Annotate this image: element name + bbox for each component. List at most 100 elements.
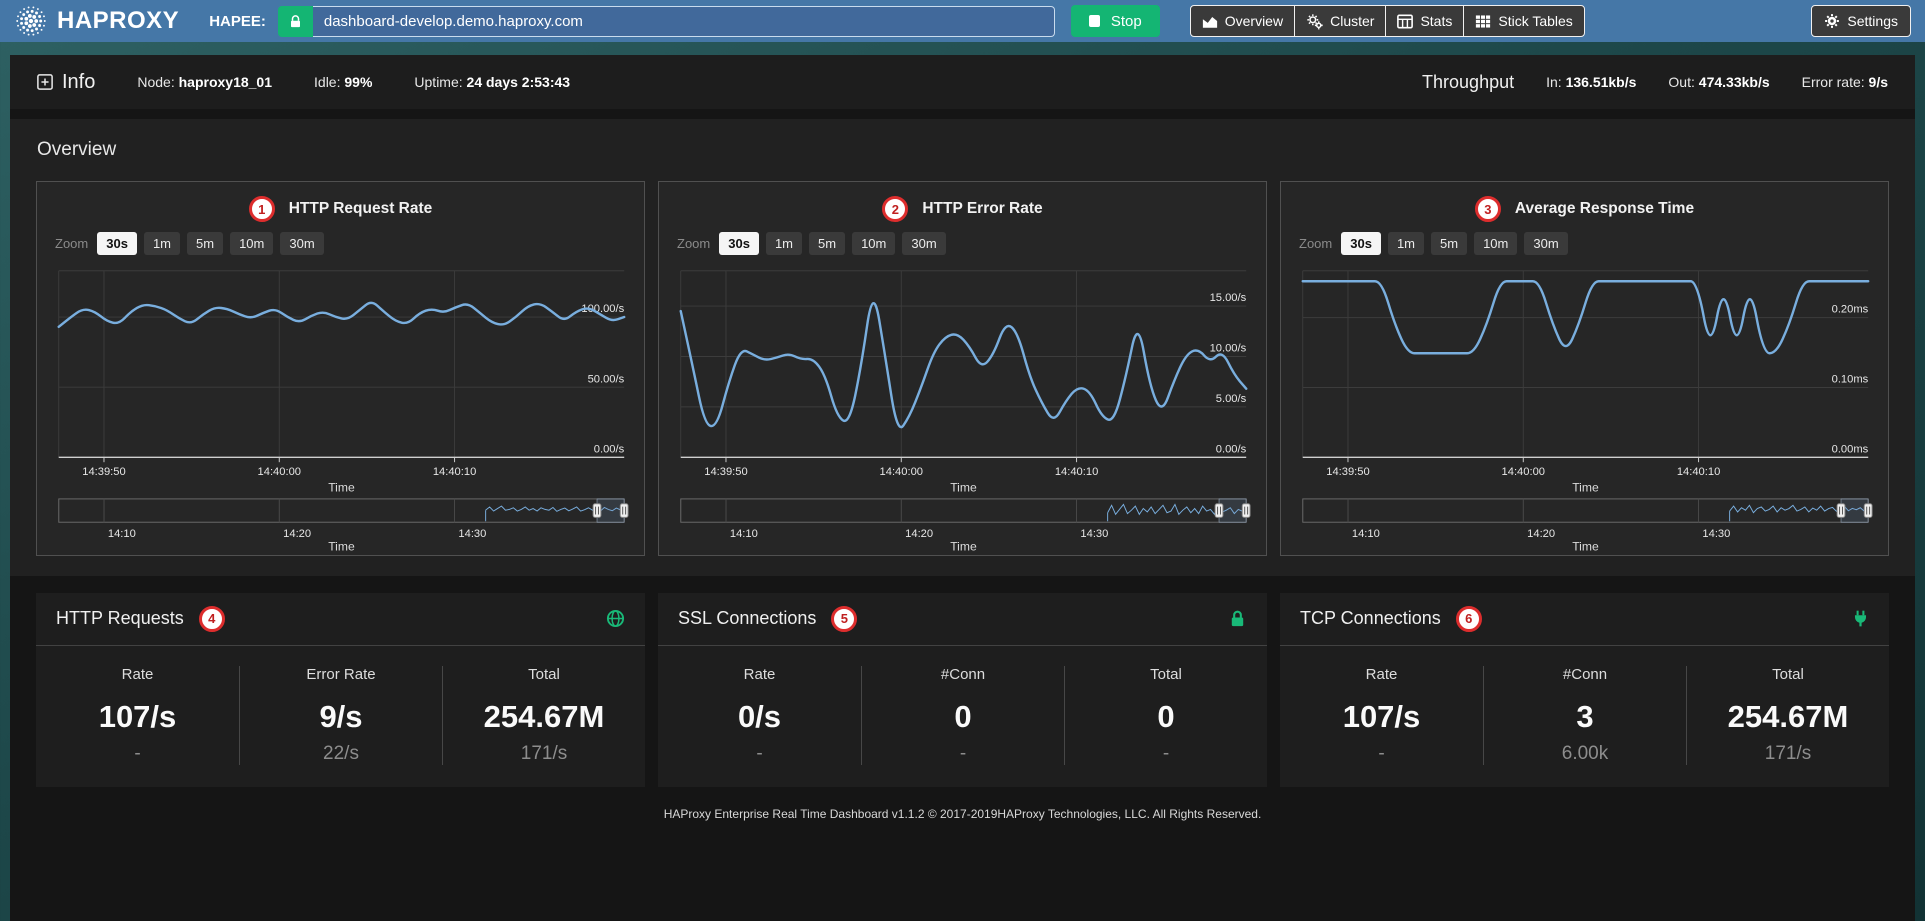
overview-button[interactable]: Overview: [1190, 5, 1295, 37]
svg-text:14:39:50: 14:39:50: [704, 466, 747, 478]
zoom-option-1m[interactable]: 1m: [766, 232, 802, 255]
svg-text:0.20ms: 0.20ms: [1832, 304, 1869, 316]
zoom-option-10m[interactable]: 10m: [230, 232, 273, 255]
node-info: Node: haproxy18_01: [137, 74, 272, 90]
stat-value: 3: [1484, 699, 1686, 735]
svg-text:Time: Time: [1572, 480, 1599, 494]
stat-sub-value: 6.00k: [1484, 743, 1686, 765]
stat-value: 254.67M: [443, 699, 645, 735]
stop-button-label: Stop: [1111, 13, 1142, 30]
throughput-title: Throughput: [1422, 72, 1514, 93]
stats-button[interactable]: Stats: [1385, 5, 1464, 37]
info-expander[interactable]: Info: [37, 71, 95, 94]
stats-button-label: Stats: [1420, 13, 1452, 29]
throughput-info: Throughput In: 136.51kb/s Out: 474.33kb/…: [1422, 72, 1888, 93]
line-chart[interactable]: 14:39:5014:40:0014:40:10100.00/s50.00/s0…: [49, 263, 632, 496]
zoom-option-1m[interactable]: 1m: [144, 232, 180, 255]
stat-value: 0: [1065, 699, 1267, 735]
stat-total: Total 254.67M 171/s: [1686, 666, 1889, 765]
stat-header: #Conn: [1484, 666, 1686, 683]
stat-header: #Conn: [862, 666, 1064, 683]
haproxy-logo-icon: [14, 4, 48, 38]
card-http-requests: HTTP Requests 4 Rate 107/s - Err: [36, 593, 645, 787]
zoom-option-30s[interactable]: 30s: [1341, 232, 1381, 255]
svg-text:0.00/s: 0.00/s: [1216, 443, 1247, 455]
settings-button-label: Settings: [1847, 13, 1898, 29]
card-stats: Rate 107/s - #Conn 3 6.00k Total 254.67M…: [1280, 646, 1889, 787]
zoom-controls: Zoom 30s 1m 5m 10m 30m: [55, 232, 632, 255]
grid-icon: [1475, 14, 1491, 29]
zoom-option-30s[interactable]: 30s: [719, 232, 759, 255]
stat-value: 254.67M: [1687, 699, 1889, 735]
stick-tables-button[interactable]: Stick Tables: [1463, 5, 1584, 37]
card-header: HTTP Requests 4: [36, 593, 645, 646]
card-title: TCP Connections: [1300, 608, 1441, 629]
svg-text:0.00/s: 0.00/s: [594, 443, 625, 455]
dashboard-url-input[interactable]: [313, 6, 1055, 37]
stat-sub-value: 171/s: [1687, 743, 1889, 765]
charts-row: 1 HTTP Request Rate Zoom 30s 1m 5m 10m 3…: [10, 181, 1915, 556]
chart-title: HTTP Request Rate: [289, 200, 433, 218]
card-title: HTTP Requests: [56, 608, 184, 629]
stat-sub-value: -: [1065, 743, 1267, 765]
gear-icon: [1824, 13, 1840, 29]
svg-text:50.00/s: 50.00/s: [588, 373, 625, 385]
hapee-label: HAPEE:: [209, 13, 266, 30]
zoom-option-5m[interactable]: 5m: [187, 232, 223, 255]
zoom-label: Zoom: [1299, 236, 1332, 251]
chart-panel-http-request-rate: 1 HTTP Request Rate Zoom 30s 1m 5m 10m 3…: [36, 181, 645, 556]
chart-header: 1 HTTP Request Rate: [49, 196, 632, 222]
stat-sub-value: 22/s: [240, 743, 442, 765]
stat-header: Total: [1065, 666, 1267, 683]
url-input-group: [278, 6, 1055, 37]
svg-text:14:10: 14:10: [1352, 528, 1380, 540]
svg-text:14:10: 14:10: [730, 528, 758, 540]
chart-navigator[interactable]: 14:1014:2014:30Time: [1293, 496, 1876, 552]
stat-header: Rate: [658, 666, 861, 683]
uptime-info: Uptime: 24 days 2:53:43: [414, 74, 570, 90]
chart-navigator[interactable]: 14:1014:2014:30Time: [49, 496, 632, 552]
svg-text:14:20: 14:20: [283, 528, 311, 540]
cards-row: HTTP Requests 4 Rate 107/s - Err: [10, 576, 1915, 787]
error-rate-info: Error rate: 9/s: [1802, 74, 1888, 90]
out-value: 474.33kb/s: [1699, 74, 1770, 90]
svg-text:Time: Time: [950, 480, 977, 494]
zoom-option-30m[interactable]: 30m: [902, 232, 945, 255]
stat-sub-value: -: [1280, 743, 1483, 765]
annotation-badge-5: 5: [831, 606, 857, 632]
zoom-option-30m[interactable]: 30m: [280, 232, 323, 255]
zoom-label: Zoom: [55, 236, 88, 251]
zoom-controls: Zoom 30s 1m 5m 10m 30m: [1299, 232, 1876, 255]
stat-header: Error Rate: [240, 666, 442, 683]
brand-name: HAPROXY: [57, 7, 179, 35]
globe-icon: [606, 609, 625, 628]
stat-sub-value: -: [658, 743, 861, 765]
zoom-option-5m[interactable]: 5m: [1431, 232, 1467, 255]
line-chart[interactable]: 14:39:5014:40:0014:40:100.20ms0.10ms0.00…: [1293, 263, 1876, 496]
line-chart[interactable]: 14:39:5014:40:0014:40:1015.00/s10.00/s5.…: [671, 263, 1254, 496]
stat-error-rate: Error Rate 9/s 22/s: [239, 666, 442, 765]
card-title: SSL Connections: [678, 608, 816, 629]
zoom-option-10m[interactable]: 10m: [852, 232, 895, 255]
zoom-option-30s[interactable]: 30s: [97, 232, 137, 255]
cluster-button-label: Cluster: [1330, 13, 1374, 29]
zoom-option-1m[interactable]: 1m: [1388, 232, 1424, 255]
stop-button[interactable]: Stop: [1071, 5, 1160, 37]
zoom-option-30m[interactable]: 30m: [1524, 232, 1567, 255]
info-left: Info Node: haproxy18_01 Idle: 99% Uptime…: [37, 71, 570, 94]
chart-navigator[interactable]: 14:1014:2014:30Time: [671, 496, 1254, 552]
cluster-button[interactable]: Cluster: [1294, 5, 1386, 37]
node-value: haproxy18_01: [179, 74, 272, 90]
svg-text:14:40:00: 14:40:00: [258, 466, 301, 478]
secure-lock-addon: [278, 6, 313, 37]
svg-text:14:30: 14:30: [458, 528, 486, 540]
svg-text:14:40:00: 14:40:00: [1502, 466, 1545, 478]
zoom-option-10m[interactable]: 10m: [1474, 232, 1517, 255]
zoom-option-5m[interactable]: 5m: [809, 232, 845, 255]
svg-text:0.10ms: 0.10ms: [1832, 374, 1869, 386]
card-ssl-connections: SSL Connections 5 Rate 0/s - #Conn: [658, 593, 1267, 787]
stat-rate: Rate 0/s -: [658, 666, 861, 765]
settings-button[interactable]: Settings: [1811, 5, 1911, 37]
idle-info: Idle: 99%: [314, 74, 372, 90]
overview-section: Overview 1 HTTP Request Rate Zoom 30s 1m…: [10, 119, 1915, 576]
